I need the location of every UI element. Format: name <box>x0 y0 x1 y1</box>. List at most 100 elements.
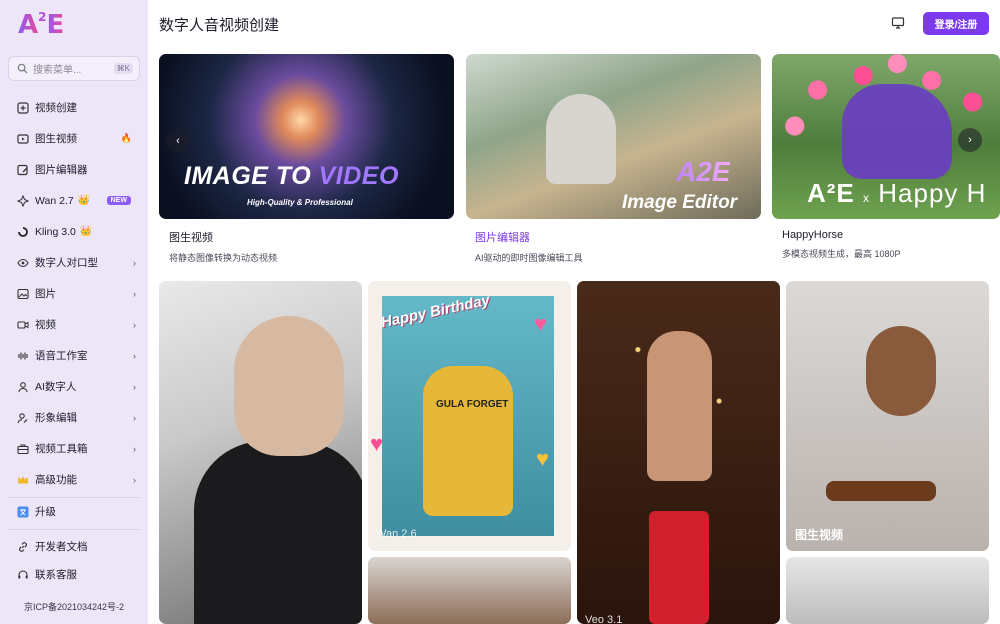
heart-icon: ♥ <box>370 431 384 456</box>
sidebar-item-video-create[interactable]: 视频创建 <box>0 92 148 123</box>
image-icon <box>16 287 30 301</box>
card-title[interactable]: 图生视频 <box>169 229 459 245</box>
chevron-right-icon: › <box>133 288 136 299</box>
card-title[interactable]: HappyHorse <box>782 229 1000 241</box>
sidebar-divider <box>8 529 140 530</box>
edit-image-icon <box>16 163 30 177</box>
sidebar-item-advanced[interactable]: 高级功能 › <box>0 464 148 495</box>
photo-face <box>234 316 344 456</box>
card-description: 将静态图像转换为动态视频 <box>169 253 278 263</box>
sidebar-item-wan[interactable]: Wan 2.7 👑 NEW <box>0 185 148 216</box>
carousel-next-button[interactable]: › <box>958 128 982 152</box>
sidebar-item-label: 高级功能 <box>35 474 77 486</box>
sidebar-item-avatar-edit[interactable]: 形象编辑 › <box>0 402 148 433</box>
login-button[interactable]: 登录/注册 <box>923 12 989 35</box>
app: A 2 E 搜索菜单... ⌘K 视频创建 图生视频 🔥 图片编辑器 Wan 2… <box>0 0 1000 624</box>
card-logo: A2E <box>676 156 731 187</box>
sidebar-item-video-toolbox[interactable]: 视频工具箱 › <box>0 433 148 464</box>
photo-subject <box>423 366 513 516</box>
sidebar-item-label: 视频 <box>35 319 56 331</box>
monitor-icon[interactable] <box>891 16 905 30</box>
card-brand: A²E x Happy H <box>807 178 986 209</box>
sidebar-item-upgrade[interactable]: 升级 <box>0 496 148 527</box>
carousel-card-happyhorse[interactable]: A²E x Happy H › <box>772 54 1000 219</box>
icp-license[interactable]: 京ICP备2021034242号-2 <box>0 600 148 613</box>
sidebar-item-label: 语音工作室 <box>35 350 88 362</box>
carousel-card-image-editor[interactable]: A2E Image Editor <box>466 54 761 219</box>
photo-subject <box>866 326 936 416</box>
crown-icon: 👑 <box>79 226 93 237</box>
sidebar-item-label: Wan 2.7 <box>35 194 74 207</box>
sidebar-item-support[interactable]: 联系客服 <box>0 559 148 590</box>
search-menu[interactable]: 搜索菜单... ⌘K <box>8 56 140 81</box>
brand-a2e: A²E <box>807 178 855 208</box>
toolbox-icon <box>16 442 30 456</box>
shirt-text: GULA FORGET <box>436 399 509 410</box>
card-overlay-text: Image Editor <box>622 192 738 213</box>
gallery-tile[interactable] <box>159 281 362 624</box>
tile-label: 图生视频 <box>795 528 844 542</box>
link-icon <box>16 540 30 554</box>
brand-happyhorse: Happy H <box>878 178 987 208</box>
gallery-tile[interactable]: 图生视频 <box>786 281 989 551</box>
card-headline: IMAGE TO VIDEO <box>184 162 399 191</box>
headline-purple: VIDEO <box>318 162 399 190</box>
model-watermark: Veo 3.1 <box>585 614 623 624</box>
person-icon <box>16 380 30 394</box>
sidebar-item-ai-avatar[interactable]: AI数字人 › <box>0 371 148 402</box>
photo-stool <box>826 481 936 501</box>
gallery-tile[interactable] <box>368 557 571 624</box>
main-content: 数字人音视频创建 登录/注册 IMAGE TO VIDEO High-Quali… <box>148 0 1000 624</box>
sidebar-item-video[interactable]: 视频 › <box>0 309 148 340</box>
heart-icon: ♥ <box>534 311 548 336</box>
card-title[interactable]: 图片编辑器 <box>475 229 765 245</box>
sidebar-item-image-to-video[interactable]: 图生视频 🔥 <box>0 123 148 154</box>
crown-icon <box>16 473 30 487</box>
sidebar-item-label: 图片编辑器 <box>35 164 88 176</box>
sidebar-item-dev-docs[interactable]: 开发者文档 <box>0 531 148 562</box>
sidebar-item-label: 视频工具箱 <box>35 443 88 455</box>
sidebar-item-image-editor[interactable]: 图片编辑器 <box>0 154 148 185</box>
sidebar-item-label: 图片 <box>35 288 56 300</box>
card-description: AI驱动的即时图像编辑工具 <box>475 253 583 263</box>
sidebar-item-label: 升级 <box>35 506 56 518</box>
chevron-right-icon: › <box>133 350 136 361</box>
logo-letter-a: A <box>18 10 39 40</box>
search-placeholder: 搜索菜单... <box>33 65 82 76</box>
gallery-tile[interactable]: Happy Birthday GULA FORGET ♥ ♥ ♥ Wan 2.6 <box>368 281 571 551</box>
card-caption: 图生视频 将静态图像转换为动态视频 <box>169 229 459 264</box>
new-badge: NEW <box>106 196 131 205</box>
fire-icon: 🔥 <box>120 133 132 143</box>
sidebar-item-label: 数字人对口型 <box>35 257 98 269</box>
sidebar-item-image[interactable]: 图片 › <box>0 278 148 309</box>
logo-superscript: 2 <box>38 10 47 24</box>
image-video-icon <box>16 132 30 146</box>
sidebar: A 2 E 搜索菜单... ⌘K 视频创建 图生视频 🔥 图片编辑器 Wan 2… <box>0 0 148 624</box>
carousel-card-image-to-video[interactable]: IMAGE TO VIDEO High-Quality & Profession… <box>159 54 454 219</box>
app-logo[interactable]: A 2 E <box>18 8 64 42</box>
gallery-tile[interactable] <box>786 557 989 624</box>
kling-logo-icon <box>16 225 30 239</box>
sidebar-item-label: Kling 3.0 <box>35 225 76 238</box>
sidebar-item-kling[interactable]: Kling 3.0 👑 <box>0 216 148 247</box>
gallery-tile[interactable]: Veo 3.1 <box>577 281 780 624</box>
chevron-right-icon: › <box>133 257 136 268</box>
headset-icon <box>16 568 30 582</box>
heart-icon: ♥ <box>536 446 550 471</box>
sidebar-item-lipsync[interactable]: 数字人对口型 › <box>0 247 148 278</box>
translate-icon <box>16 505 30 519</box>
headline-white: IMAGE TO <box>184 162 319 190</box>
sidebar-item-label: AI数字人 <box>35 381 77 393</box>
chevron-right-icon: › <box>133 381 136 392</box>
plus-square-icon <box>16 101 30 115</box>
photo-subject <box>546 94 616 184</box>
card-caption: HappyHorse 多模态视频生成，最高 1080P <box>782 229 1000 260</box>
sidebar-item-label: 联系客服 <box>35 569 77 581</box>
sidebar-item-label: 开发者文档 <box>35 541 88 553</box>
carousel-prev-button[interactable]: ‹ <box>166 129 190 153</box>
sidebar-item-voice-studio[interactable]: 语音工作室 › <box>0 340 148 371</box>
person-edit-icon <box>16 411 30 425</box>
wan-logo-icon <box>16 194 30 208</box>
model-watermark: Wan 2.6 <box>376 528 417 540</box>
card-description: 多模态视频生成，最高 1080P <box>782 249 901 259</box>
